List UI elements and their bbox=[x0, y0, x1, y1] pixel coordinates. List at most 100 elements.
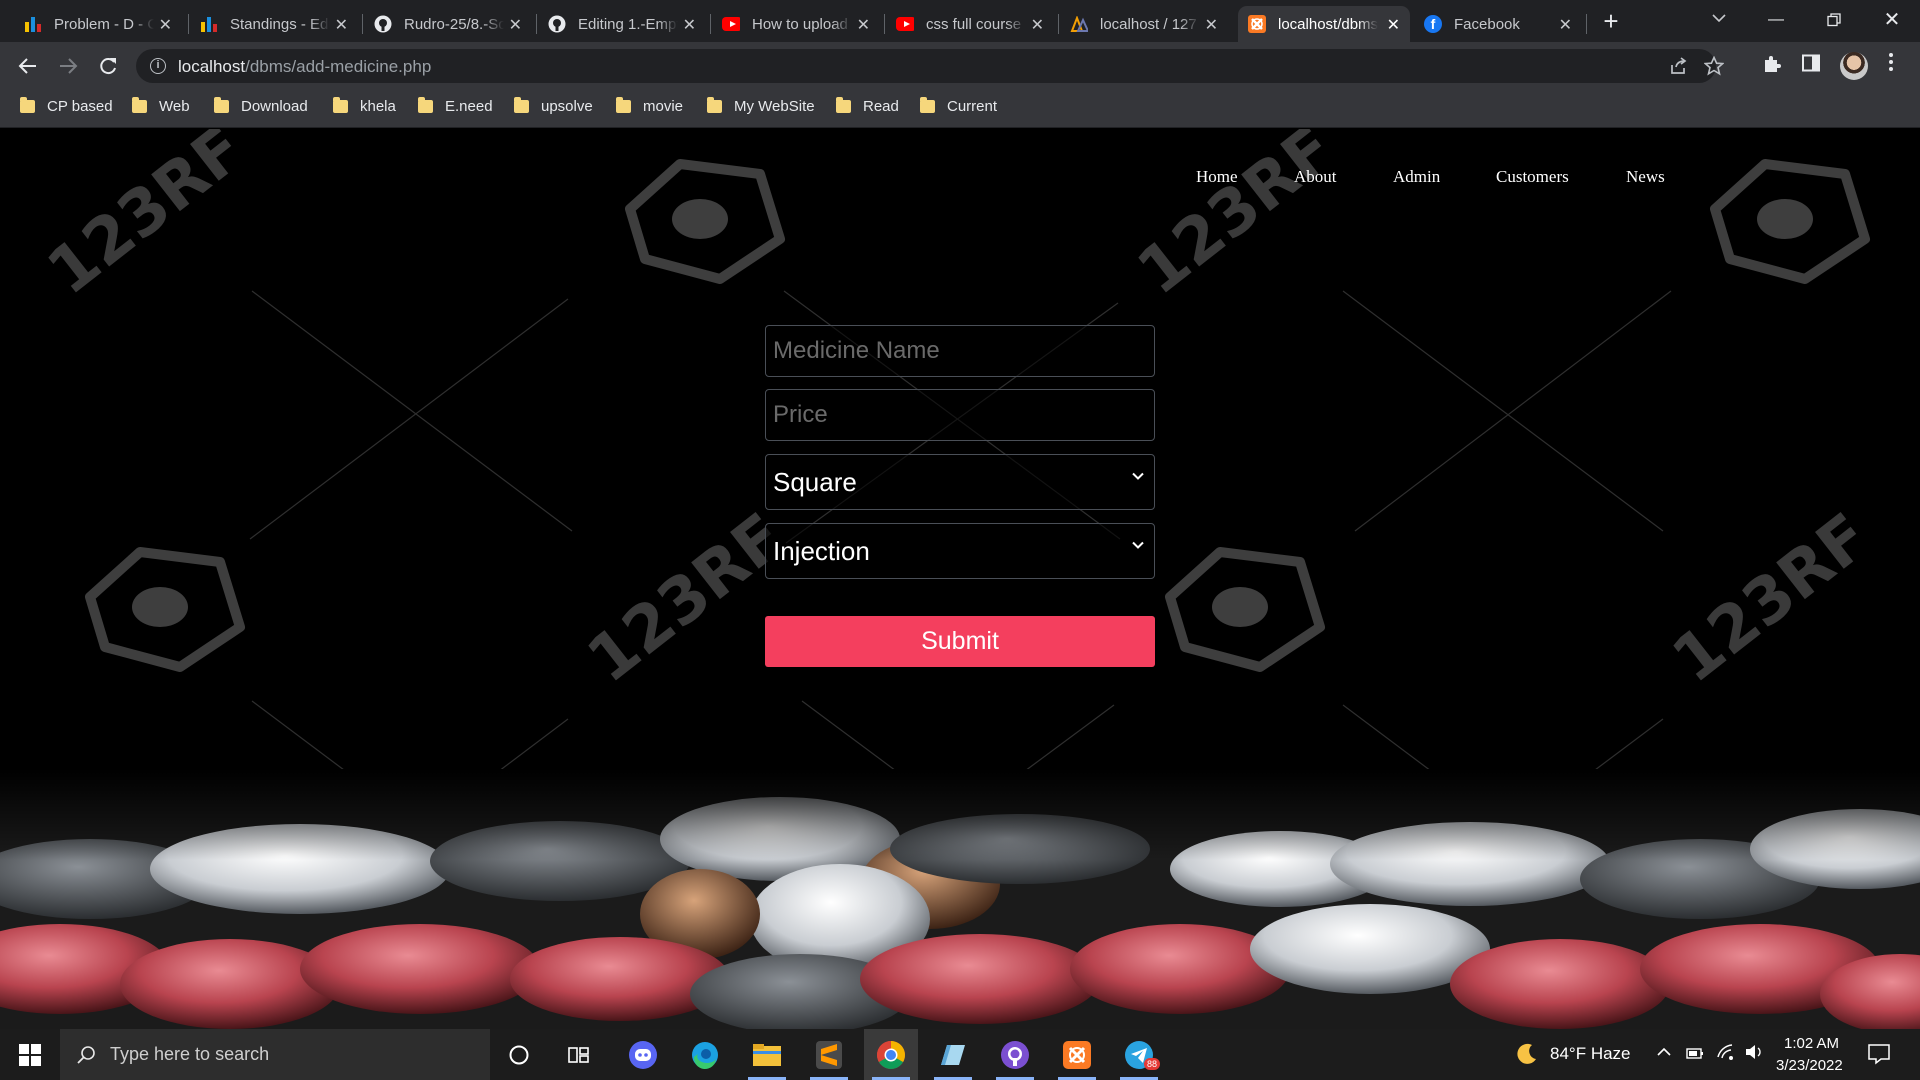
windows-taskbar: Type here to search 88 84°F Haze 1:02 AM… bbox=[0, 1029, 1920, 1080]
chrome-menu-icon[interactable] bbox=[1888, 52, 1894, 78]
sublime-text-icon[interactable] bbox=[802, 1029, 856, 1080]
phpmyadmin-icon bbox=[1070, 15, 1088, 33]
task-view-icon[interactable] bbox=[552, 1029, 606, 1080]
search-icon bbox=[77, 1045, 95, 1064]
back-button[interactable] bbox=[14, 52, 42, 80]
bookmark-folder-khela[interactable]: khela bbox=[333, 97, 396, 115]
nav-news[interactable]: News bbox=[1626, 167, 1665, 187]
close-icon[interactable]: ✕ bbox=[857, 15, 870, 35]
web-page: 123RF 123RF 123RF 123RF 123RF 123RF bbox=[0, 129, 1920, 1029]
close-icon[interactable]: ✕ bbox=[1559, 15, 1572, 35]
close-window-button[interactable]: ✕ bbox=[1864, 0, 1920, 40]
back-arrow-icon bbox=[18, 58, 36, 74]
folder-icon bbox=[616, 97, 631, 113]
tab-strip: Problem - D - Codeforces ✕ Standings - E… bbox=[0, 0, 1920, 42]
tab-localhost-dbms[interactable]: localhost/dbms ✕ bbox=[1238, 6, 1410, 42]
weather-text[interactable]: 84°F Haze bbox=[1550, 1044, 1631, 1064]
bookmark-star-icon[interactable] bbox=[1703, 55, 1725, 81]
close-icon[interactable]: ✕ bbox=[683, 15, 696, 35]
discord-icon[interactable] bbox=[616, 1029, 670, 1080]
close-icon[interactable]: ✕ bbox=[1387, 15, 1400, 35]
tab-github-rudro[interactable]: Rudro-25/8.-Sorting ✕ bbox=[364, 6, 532, 42]
chrome-icon[interactable] bbox=[864, 1029, 918, 1080]
tab-separator bbox=[188, 14, 189, 34]
medicine-name-input[interactable] bbox=[765, 325, 1155, 377]
tab-youtube-upload[interactable]: How to upload ✕ bbox=[712, 6, 880, 42]
clock-time[interactable]: 1:02 AM bbox=[1784, 1035, 1839, 1052]
bookmark-folder-upsolve[interactable]: upsolve bbox=[514, 97, 593, 115]
submit-button[interactable]: Submit bbox=[765, 616, 1155, 667]
company-select[interactable]: Square bbox=[765, 454, 1155, 510]
close-icon[interactable]: ✕ bbox=[1205, 15, 1218, 35]
tab-codeforces-problem[interactable]: Problem - D - Codeforces ✕ bbox=[14, 6, 182, 42]
reload-button[interactable] bbox=[94, 52, 122, 80]
folder-icon bbox=[333, 97, 348, 113]
codeforces-icon bbox=[200, 15, 218, 33]
taskbar-search-box[interactable]: Type here to search bbox=[60, 1029, 490, 1080]
close-icon[interactable]: ✕ bbox=[159, 15, 172, 35]
nav-admin[interactable]: Admin bbox=[1393, 167, 1440, 187]
cortana-icon[interactable] bbox=[492, 1029, 546, 1080]
nav-customers[interactable]: Customers bbox=[1496, 167, 1569, 187]
github-desktop-icon[interactable] bbox=[988, 1029, 1042, 1080]
tab-search-chevron-icon[interactable] bbox=[1712, 10, 1726, 26]
youtube-icon bbox=[722, 15, 740, 33]
xampp-icon bbox=[1248, 15, 1266, 33]
bookmark-folder-my-website[interactable]: My WebSite bbox=[707, 97, 815, 115]
site-info-icon[interactable]: i bbox=[150, 58, 166, 74]
svg-text:123RF: 123RF bbox=[1659, 500, 1883, 698]
nav-home[interactable]: Home bbox=[1196, 167, 1238, 187]
svg-text:123RF: 123RF bbox=[34, 129, 258, 310]
telegram-icon[interactable]: 88 bbox=[1112, 1029, 1166, 1080]
volume-icon[interactable] bbox=[1744, 1043, 1764, 1066]
bookmark-folder-cp-based[interactable]: CP based bbox=[20, 97, 113, 115]
minimize-button[interactable]: — bbox=[1748, 0, 1804, 40]
address-bar[interactable]: i localhost/dbms/add-medicine.php bbox=[136, 49, 1725, 83]
bookmark-folder-web[interactable]: Web bbox=[132, 97, 190, 115]
restore-button[interactable] bbox=[1806, 0, 1862, 40]
github-icon bbox=[548, 15, 566, 33]
price-input[interactable] bbox=[765, 389, 1155, 441]
side-panel-icon[interactable] bbox=[1802, 54, 1820, 78]
folder-icon bbox=[132, 97, 147, 113]
edge-icon[interactable] bbox=[678, 1029, 732, 1080]
tab-github-editing[interactable]: Editing 1.-Empty ✕ bbox=[538, 6, 706, 42]
tab-facebook[interactable]: f Facebook ✕ bbox=[1414, 6, 1582, 42]
close-icon[interactable]: ✕ bbox=[335, 15, 348, 35]
url-text[interactable]: localhost/dbms/add-medicine.php bbox=[178, 57, 431, 77]
bookmark-folder-eneed[interactable]: E.need bbox=[418, 97, 493, 115]
clock-date[interactable]: 3/23/2022 bbox=[1776, 1057, 1843, 1074]
start-button[interactable] bbox=[0, 1029, 60, 1080]
close-icon[interactable]: ✕ bbox=[1031, 15, 1044, 35]
github-icon bbox=[374, 15, 392, 33]
notification-center-icon[interactable] bbox=[1868, 1043, 1890, 1070]
tray-chevron-up-icon[interactable] bbox=[1656, 1045, 1672, 1063]
weather-moon-icon[interactable] bbox=[1512, 1041, 1538, 1072]
file-explorer-icon[interactable] bbox=[740, 1029, 794, 1080]
nav-about[interactable]: About bbox=[1294, 167, 1337, 187]
xampp-icon[interactable] bbox=[1050, 1029, 1104, 1080]
tab-youtube-css[interactable]: css full course ✕ bbox=[886, 6, 1054, 42]
medicine-type-select[interactable]: Injection bbox=[765, 523, 1155, 579]
tab-codeforces-standings[interactable]: Standings - Educational ✕ bbox=[190, 6, 358, 42]
notepad-icon[interactable] bbox=[926, 1029, 980, 1080]
bookmarks-bar: CP based Web Download khela E.need upsol… bbox=[0, 90, 1920, 128]
telegram-unread-badge: 88 bbox=[1144, 1058, 1161, 1070]
tab-phpmyadmin[interactable]: localhost / 127 ✕ bbox=[1060, 6, 1228, 42]
extensions-puzzle-icon[interactable] bbox=[1762, 54, 1782, 80]
bookmark-folder-read[interactable]: Read bbox=[836, 97, 899, 115]
tab-separator bbox=[1058, 14, 1059, 34]
forward-button[interactable] bbox=[54, 52, 82, 80]
forward-arrow-icon bbox=[60, 58, 78, 74]
folder-icon bbox=[20, 97, 35, 113]
bookmark-folder-movie[interactable]: movie bbox=[616, 97, 683, 115]
bookmark-folder-current[interactable]: Current bbox=[920, 97, 997, 115]
new-tab-button[interactable]: + bbox=[1598, 6, 1624, 36]
battery-icon[interactable] bbox=[1686, 1045, 1706, 1066]
share-icon[interactable] bbox=[1668, 56, 1688, 81]
profile-avatar[interactable] bbox=[1840, 52, 1868, 80]
wifi-icon[interactable] bbox=[1716, 1043, 1736, 1066]
bookmark-folder-download[interactable]: Download bbox=[214, 97, 308, 115]
browser-toolbar: i localhost/dbms/add-medicine.php bbox=[0, 42, 1920, 90]
close-icon[interactable]: ✕ bbox=[509, 15, 522, 35]
